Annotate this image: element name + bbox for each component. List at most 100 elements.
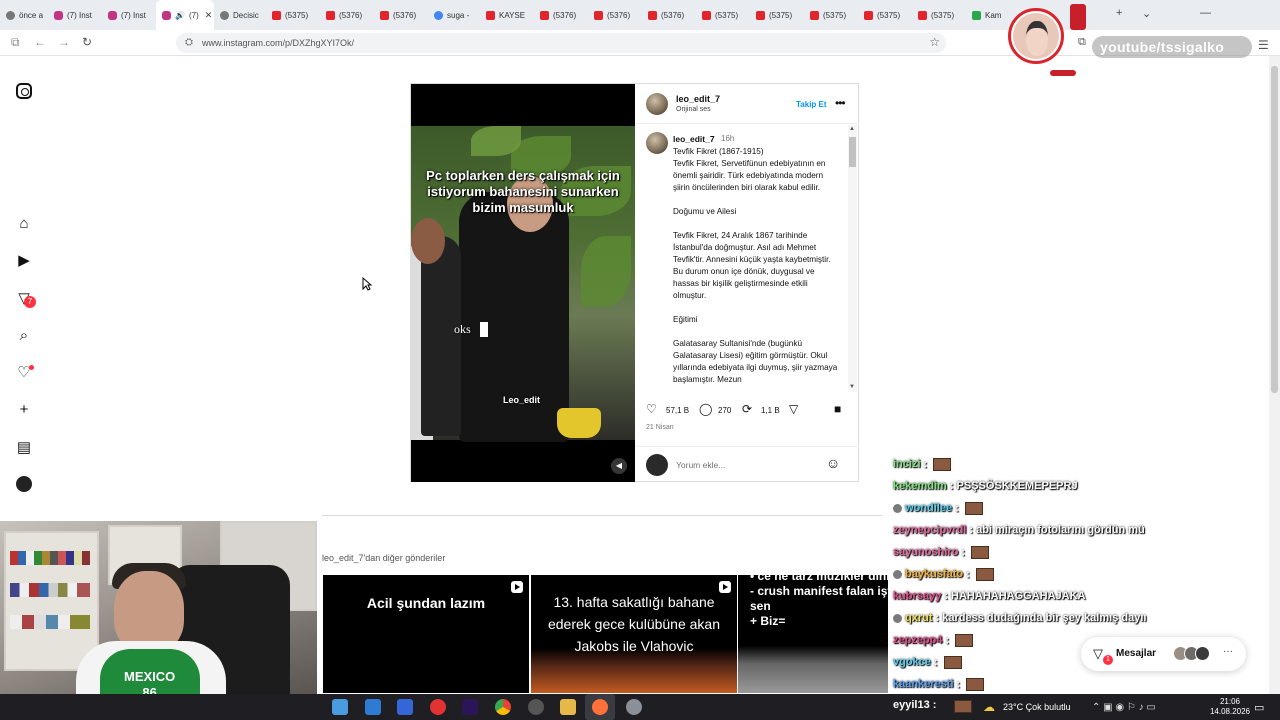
browser-menu-icon[interactable]: ☰ bbox=[1258, 38, 1269, 52]
tab-list-chevron-icon[interactable]: ⌄ bbox=[1142, 7, 1151, 20]
extensions-icon[interactable]: ⧉ bbox=[1078, 36, 1086, 49]
windows-start-icon[interactable] bbox=[332, 699, 348, 715]
browser-tab[interactable]: Kam bbox=[966, 0, 1016, 30]
post-video[interactable]: Pc toplarken ders çalışmak için istiyoru… bbox=[411, 84, 635, 482]
page-scroll-thumb[interactable] bbox=[1271, 66, 1278, 393]
caption-scroll-area[interactable]: leo_edit_7 16h Tevfik Fikret (1867-1915)… bbox=[635, 125, 859, 392]
tab-audio-icon[interactable]: 🔊 bbox=[175, 11, 185, 20]
home-icon[interactable]: ⌂ bbox=[16, 216, 32, 232]
more-post-thumbnail[interactable]: 13. hafta sakatlığı bahane ederek gece k… bbox=[531, 575, 737, 693]
profile-avatar[interactable] bbox=[16, 476, 32, 492]
opera-icon[interactable] bbox=[430, 699, 446, 715]
like-heart-icon[interactable]: ♡ bbox=[646, 402, 657, 416]
browser-tab[interactable]: (5376) bbox=[374, 0, 428, 30]
instagram-favicon-icon bbox=[162, 10, 171, 20]
comment-input[interactable]: Yorum ekle... bbox=[676, 460, 725, 470]
comment-bubble-icon[interactable]: ◯ bbox=[699, 402, 712, 416]
messages-pill[interactable]: ▽ 1 Mesajlar ··· bbox=[1081, 637, 1246, 671]
video-caption: Pc toplarken ders çalışmak için istiyoru… bbox=[426, 168, 620, 215]
browser-tab-strip: önce a (7) Inst (7) Inst 🔊 (7) ✕ Decisic (5375)… bbox=[0, 0, 1280, 30]
app-icon[interactable] bbox=[397, 699, 413, 715]
webcam-overlay: MEXICO 86 bbox=[0, 521, 317, 720]
forward-arrow-icon[interactable]: → bbox=[58, 35, 70, 49]
browser-tab[interactable]: (5375) bbox=[696, 0, 750, 30]
post-card: Pc toplarken ders çalışmak için istiyoru… bbox=[410, 83, 859, 482]
new-tab-button[interactable]: + bbox=[1116, 7, 1122, 19]
reload-icon[interactable]: ↻ bbox=[82, 35, 92, 49]
repost-count[interactable]: 1,1 B bbox=[761, 406, 780, 415]
browser-tab[interactable]: (5375) bbox=[912, 0, 966, 30]
browser-tab[interactable]: (5375) bbox=[750, 0, 804, 30]
browser-tab[interactable]: önce a bbox=[0, 0, 48, 30]
follow-button[interactable]: Takip Et bbox=[796, 100, 827, 109]
chat-separator: : bbox=[933, 656, 941, 669]
browser-tab[interactable]: Decisic bbox=[214, 0, 266, 30]
notification-center-icon[interactable]: ▭ bbox=[1254, 701, 1264, 714]
browser-tab[interactable]: (7) Inst bbox=[48, 0, 102, 30]
weather-icon[interactable]: ☁ bbox=[983, 700, 995, 714]
scroll-down-arrow-icon[interactable]: ▼ bbox=[849, 384, 855, 390]
outlook-icon[interactable] bbox=[365, 699, 381, 715]
site-favicon-icon bbox=[972, 10, 981, 20]
tab-label: (5375) bbox=[285, 10, 309, 20]
browser-tab[interactable]: (5376) bbox=[534, 0, 588, 30]
chat-username: baykusfato bbox=[905, 568, 964, 581]
obs-icon[interactable] bbox=[528, 699, 544, 715]
system-tray-icons[interactable]: ⌃ ▣ ◉ ⚐ ♪ ▭ bbox=[1092, 702, 1156, 713]
firefox-icon[interactable] bbox=[592, 699, 608, 715]
caption-author[interactable]: leo_edit_7 bbox=[673, 134, 715, 144]
messages-icon: ▽ bbox=[1093, 646, 1103, 661]
app-icon[interactable] bbox=[626, 699, 642, 715]
minimize-button[interactable]: — bbox=[1200, 7, 1211, 19]
browser-tab[interactable]: (5375) bbox=[804, 0, 858, 30]
browser-tab[interactable]: (7) Inst bbox=[102, 0, 156, 30]
clock[interactable]: 21:06 14.08.2026 bbox=[1208, 697, 1252, 717]
sidebar-toggle-icon[interactable]: ⧉ bbox=[11, 35, 20, 50]
file-explorer-icon[interactable] bbox=[560, 699, 576, 715]
create-icon[interactable]: + bbox=[16, 402, 32, 418]
share-icon[interactable]: ▽ bbox=[789, 402, 798, 416]
browser-tab[interactable]: KAYSE bbox=[480, 0, 534, 30]
chrome-icon[interactable] bbox=[495, 699, 511, 715]
premiere-icon[interactable] bbox=[462, 699, 478, 715]
bookmark-star-icon[interactable]: ☆ bbox=[929, 35, 940, 49]
browser-tab[interactable]: (5376) bbox=[642, 0, 696, 30]
messages-label: Mesajlar bbox=[1116, 648, 1157, 659]
caption-scroll-thumb[interactable] bbox=[849, 137, 856, 167]
more-options-icon[interactable]: ••• bbox=[835, 96, 846, 110]
comment-count[interactable]: 270 bbox=[718, 406, 731, 415]
repost-icon[interactable]: ⟳ bbox=[742, 402, 752, 416]
more-posts-heading[interactable]: leo_edit_7'dan diğer gönderiler bbox=[322, 553, 445, 563]
save-bookmark-icon[interactable]: ■ bbox=[834, 402, 841, 416]
site-info-icon[interactable]: ⛭ bbox=[185, 37, 193, 48]
address-bar[interactable]: ⛭ www.instagram.com/p/DXZhgXYI7Ok/ ☆ bbox=[176, 33, 946, 53]
browser-tab[interactable]: suga - bbox=[428, 0, 480, 30]
browser-tab[interactable]: (5376) bbox=[320, 0, 374, 30]
scroll-up-arrow-icon[interactable]: ▲ bbox=[849, 126, 855, 132]
audio-label[interactable]: Orijinal ses bbox=[676, 106, 711, 113]
insights-icon[interactable]: ▤ bbox=[16, 440, 32, 456]
caption-author-avatar[interactable] bbox=[646, 132, 668, 154]
more-post-thumbnail[interactable]: Acil şundan lazım bbox=[323, 575, 529, 693]
chat-message: vgokce: bbox=[893, 656, 962, 674]
search-icon[interactable]: ⌕ bbox=[16, 328, 32, 344]
back-arrow-icon[interactable]: ← bbox=[34, 35, 46, 49]
browser-tab[interactable]: (5375) bbox=[266, 0, 320, 30]
reels-icon[interactable]: ▶ bbox=[16, 253, 32, 269]
live-badge bbox=[1070, 4, 1086, 30]
volume-icon[interactable]: ◀ bbox=[611, 458, 627, 474]
caption-paragraph: Doğumu ve Ailesi bbox=[673, 207, 737, 216]
instagram-logo-icon[interactable] bbox=[16, 83, 32, 99]
close-tab-icon[interactable]: ✕ bbox=[205, 10, 213, 21]
emoji-icon[interactable]: ☺ bbox=[826, 455, 840, 471]
browser-tab[interactable]: (5376) bbox=[588, 0, 642, 30]
author-username[interactable]: leo_edit_7 bbox=[676, 94, 720, 104]
more-post-thumbnail[interactable]: • ce ne tarz müzikler dinlersin - crush … bbox=[738, 575, 888, 693]
browser-tab[interactable]: (5375) bbox=[858, 0, 912, 30]
weather-text[interactable]: 23°C Çok bulutlu bbox=[1003, 702, 1071, 712]
browser-tab[interactable]: 🔊 (7) ✕ bbox=[156, 0, 214, 30]
youtube-favicon-icon bbox=[486, 10, 495, 20]
author-avatar[interactable] bbox=[646, 93, 668, 115]
like-count[interactable]: 57,1 B bbox=[666, 406, 689, 415]
chat-separator: : bbox=[956, 678, 964, 691]
